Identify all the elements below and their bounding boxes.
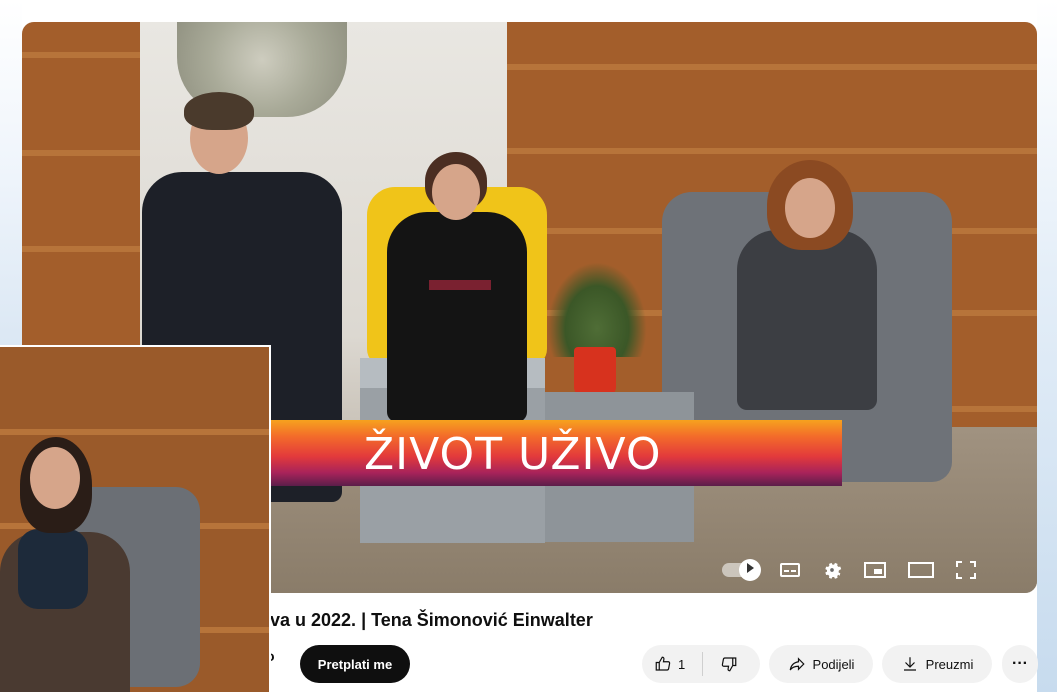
theater-mode-icon[interactable]	[908, 562, 934, 578]
pip-presenter-woman	[0, 437, 140, 692]
autoplay-toggle-icon[interactable]	[722, 559, 761, 581]
desktop-edge-left	[0, 0, 22, 360]
share-icon	[789, 657, 805, 671]
more-icon: ···	[1012, 655, 1028, 672]
speaker-woman-center	[377, 152, 537, 452]
download-button[interactable]: Preuzmi	[882, 645, 992, 683]
dislike-button[interactable]	[720, 655, 738, 673]
share-button[interactable]: Podijeli	[769, 645, 873, 683]
video-title: va u 2022. | Tena Šimonović Einwalter	[270, 610, 593, 630]
thumbs-up-icon	[655, 656, 671, 671]
more-actions-button[interactable]: ···	[1002, 645, 1038, 683]
pip-presenter-overlay	[0, 345, 271, 692]
plant-pot	[574, 347, 616, 397]
bookshelf-left	[22, 22, 140, 352]
like-dislike-divider	[702, 652, 704, 676]
like-button[interactable]: 1	[654, 655, 685, 673]
speaker-woman-right	[727, 160, 887, 460]
fullscreen-icon[interactable]	[956, 561, 976, 579]
thumbs-down-icon	[722, 657, 737, 672]
like-count: 1	[678, 656, 686, 672]
subtitles-icon[interactable]	[780, 563, 800, 577]
download-icon	[903, 657, 916, 671]
player-controls	[722, 556, 976, 584]
share-label: Podijeli	[812, 656, 855, 672]
download-label: Preuzmi	[925, 656, 974, 672]
miniplayer-icon[interactable]	[864, 562, 886, 578]
lower-third-title: ŽIVOT UŽIVO	[364, 429, 662, 480]
subscribe-button[interactable]: Pretplati me	[300, 645, 410, 683]
clipboard	[429, 280, 491, 290]
desktop-edge-right	[1037, 0, 1057, 692]
potted-plant	[547, 262, 647, 357]
like-dislike-group: 1	[642, 645, 760, 683]
gear-icon[interactable]	[822, 560, 842, 580]
